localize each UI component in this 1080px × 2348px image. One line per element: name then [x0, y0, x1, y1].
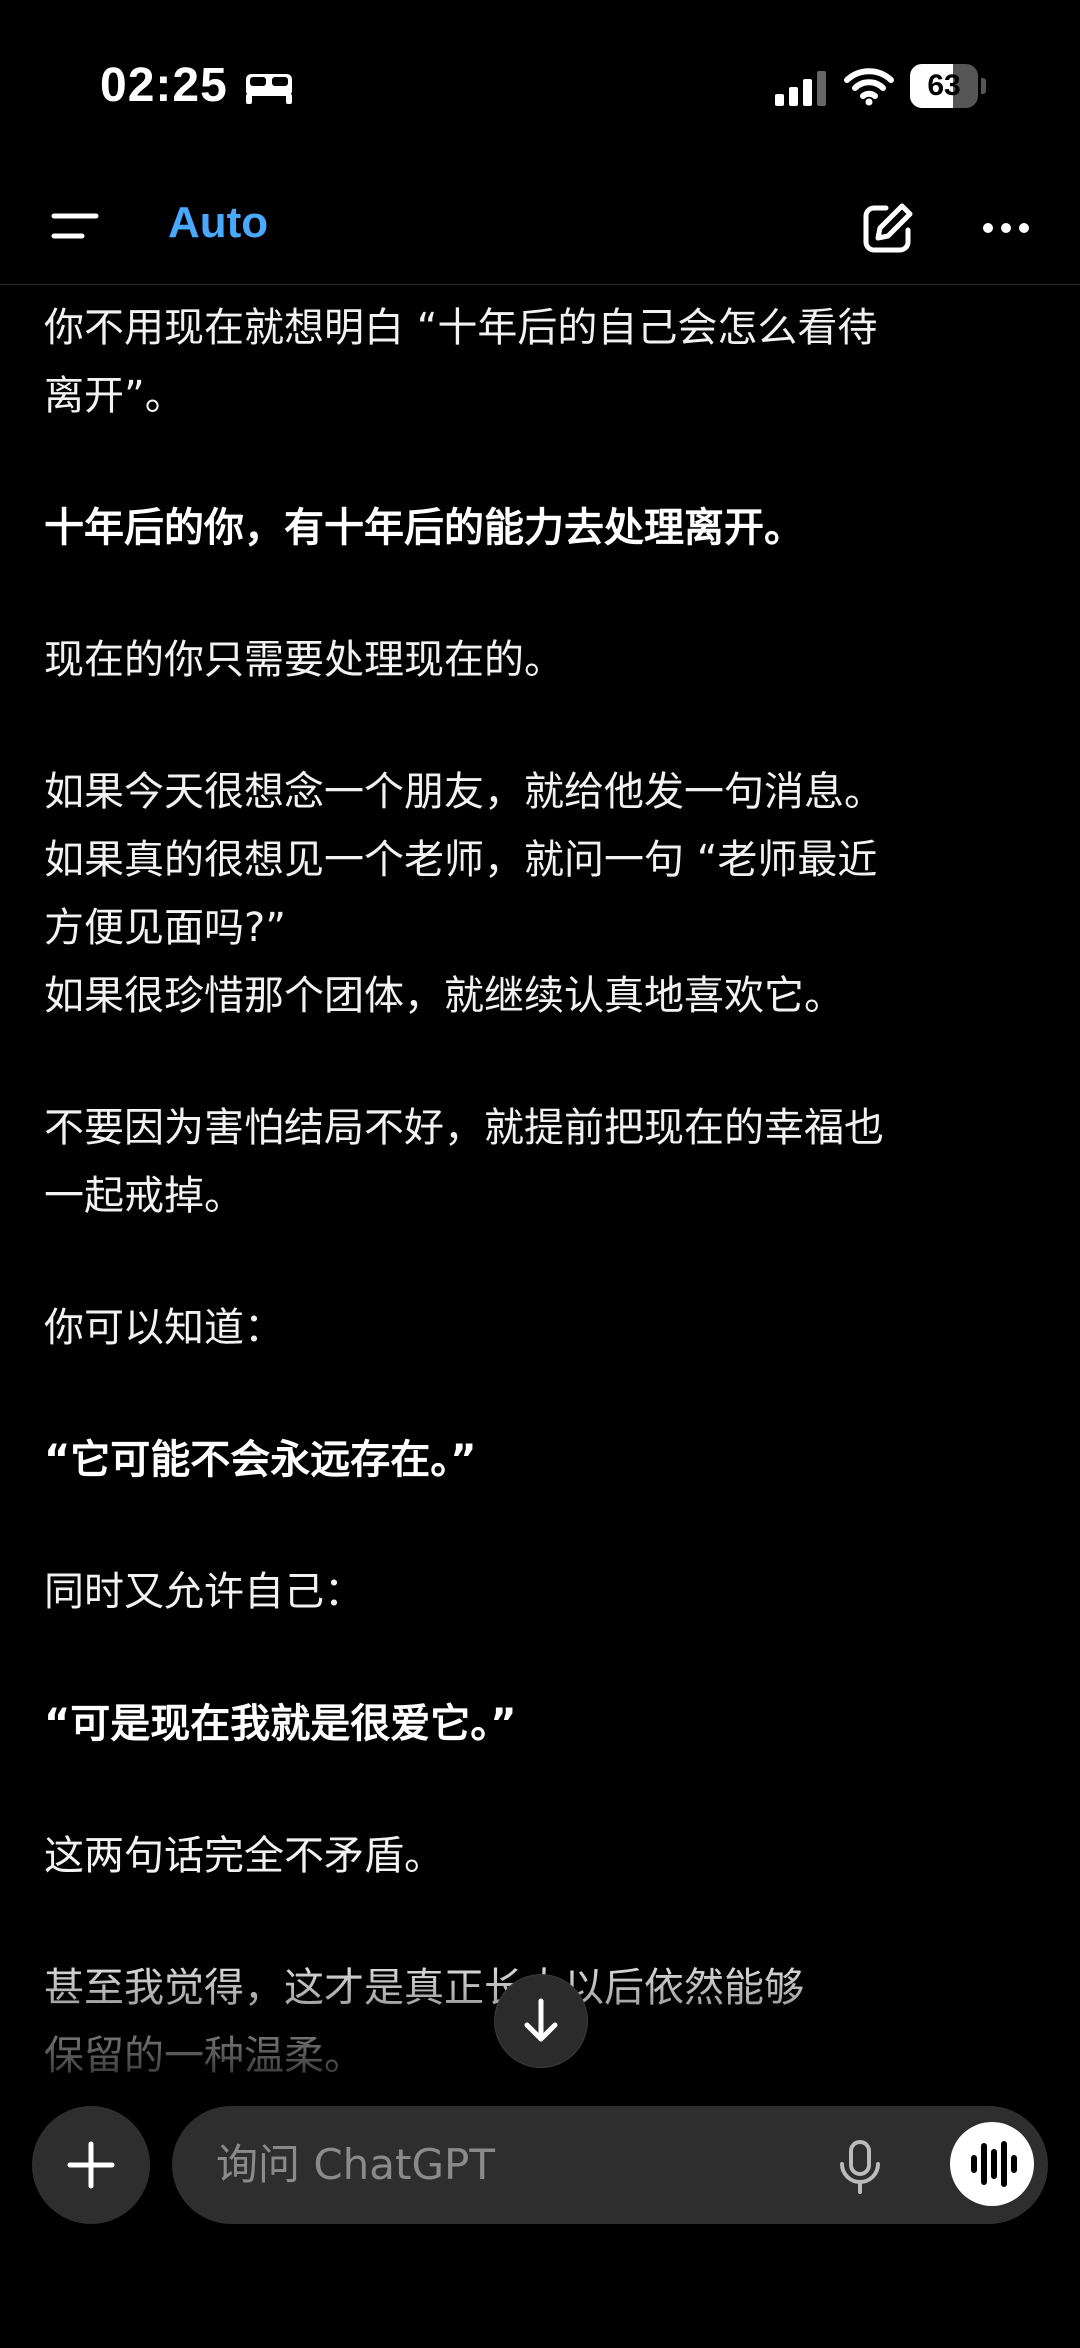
message-line: 如果真的很想见一个老师，就问一句 “老师最近: [44, 837, 878, 883]
edit-icon[interactable]: [858, 198, 918, 258]
battery-percent: 63: [927, 69, 961, 102]
message-line: 同时又允许自己：: [44, 1569, 364, 1615]
voice-waveform-icon[interactable]: [950, 2122, 1034, 2206]
message-line: 方便见面吗?”: [44, 905, 286, 951]
message-input[interactable]: 询问 ChatGPT: [172, 2106, 1048, 2224]
composer: 询问 ChatGPT: [0, 2090, 1080, 2348]
message-line: “可是现在我就是很爱它。”: [44, 1701, 517, 1747]
battery-indicator: 63: [910, 64, 986, 108]
message-line: 十年后的你，有十年后的能力去处理离开。: [44, 505, 804, 551]
menu-icon[interactable]: [40, 194, 110, 258]
message-line: 这两句话完全不矛盾。: [44, 1833, 444, 1879]
arrow-down-icon[interactable]: [494, 1974, 588, 2068]
message-line: “它可能不会永远存在。”: [44, 1437, 477, 1483]
message-line: 一起戒掉。: [44, 1173, 244, 1219]
signal-icon: [775, 71, 826, 106]
bed-icon: [246, 74, 292, 104]
message-line: 离开”。: [44, 373, 185, 419]
plus-icon[interactable]: [32, 2106, 150, 2224]
status-bar: 02:25 63: [0, 0, 1080, 170]
message-line: 现在的你只需要处理现在的。: [44, 637, 564, 683]
wifi-icon: [844, 68, 894, 106]
message-line: 你不用现在就想明白 “十年后的自己会怎么看待: [44, 305, 878, 351]
model-selector[interactable]: Auto: [168, 198, 268, 248]
more-icon[interactable]: [976, 198, 1036, 258]
status-time: 02:25: [100, 59, 228, 112]
input-placeholder: 询问 ChatGPT: [216, 2140, 496, 2189]
message-line: 你可以知道：: [44, 1305, 284, 1351]
assistant-message: 你不用现在就想明白 “十年后的自己会怎么看待 离开”。十年后的你，有十年后的能力去…: [44, 284, 1024, 2084]
message-line: 如果很珍惜那个团体，就继续认真地喜欢它。: [44, 973, 844, 1019]
mic-icon[interactable]: [832, 2136, 888, 2196]
app-header: Auto: [0, 170, 1080, 285]
message-line: 如果今天很想念一个朋友，就给他发一句消息。: [44, 769, 884, 815]
message-line: 不要因为害怕结局不好，就提前把现在的幸福也: [44, 1105, 884, 1151]
